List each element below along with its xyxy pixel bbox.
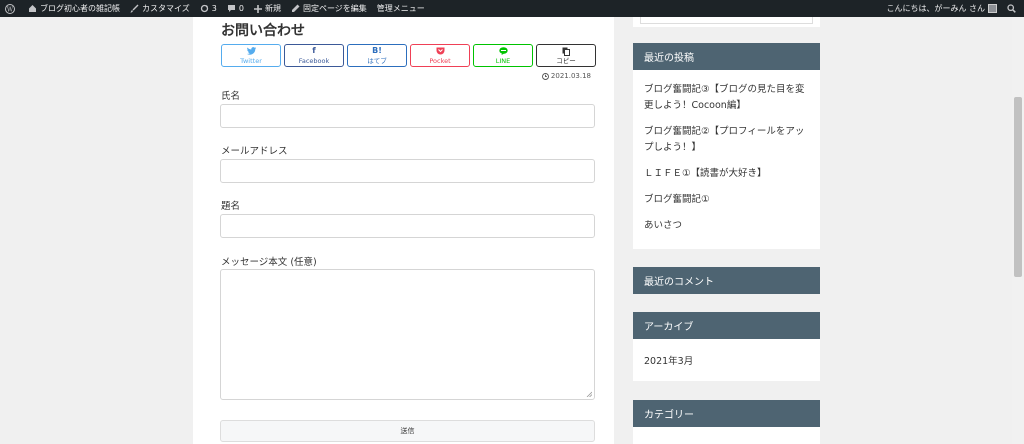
share-line-button[interactable]: LINE: [473, 44, 533, 67]
updates-count: 3: [211, 4, 217, 13]
twitter-icon: [246, 47, 256, 56]
site-name-button[interactable]: ブログ初心者の雑記帳: [23, 0, 125, 17]
post-date-text: 2021.03.18: [550, 72, 591, 80]
archives-title: アーカイブ: [633, 312, 820, 339]
search-widget: [633, 17, 820, 27]
share-pocket-label: Pocket: [429, 56, 451, 65]
user-account-button[interactable]: こんにちは、がーみん さん: [881, 0, 1002, 17]
admin-menu-button[interactable]: 管理メニュー: [372, 0, 430, 17]
recent-post-link[interactable]: ＬＩＦＥ①【読書が大好き】: [644, 166, 809, 182]
recent-posts-widget: ブログ奮闘記③【ブログの見た目を変更しよう！Cocoon編】 ブログ奮闘記②【プ…: [633, 70, 820, 249]
scrollbar-thumb[interactable]: [1014, 97, 1022, 277]
main-content: お問い合わせ Twitter f Facebook B! はてブ Pocket: [193, 17, 614, 444]
email-label: メールアドレス: [221, 146, 288, 157]
categories-widget: [633, 427, 820, 444]
sidebar-search-input[interactable]: [640, 17, 813, 24]
wordpress-icon: W: [5, 3, 15, 14]
admin-menu-label: 管理メニュー: [376, 4, 425, 13]
admin-search-button[interactable]: [1002, 0, 1024, 17]
share-line-label: LINE: [495, 56, 511, 65]
page-scrollbar[interactable]: [1012, 17, 1024, 444]
site-name: ブログ初心者の雑記帳: [40, 4, 120, 13]
copy-link-label: コピー: [556, 56, 576, 65]
share-twitter-button[interactable]: Twitter: [221, 44, 281, 67]
share-twitter-label: Twitter: [240, 56, 262, 65]
copy-link-button[interactable]: コピー: [536, 44, 596, 67]
recent-post-link[interactable]: あいさつ: [644, 218, 809, 234]
comment-icon: [227, 5, 235, 12]
recent-post-link[interactable]: ブログ奮闘記①: [644, 192, 809, 208]
customize-label: カスタマイズ: [142, 4, 190, 13]
share-hatena-button[interactable]: B! はてブ: [347, 44, 407, 67]
updates-button[interactable]: 3: [195, 0, 222, 17]
hatena-bookmark-icon: B!: [372, 46, 382, 56]
share-facebook-button[interactable]: f Facebook: [284, 44, 344, 67]
new-content-button[interactable]: 新規: [249, 0, 286, 17]
message-textarea[interactable]: [220, 269, 595, 400]
customize-button[interactable]: カスタマイズ: [125, 0, 195, 17]
wordpress-logo-button[interactable]: W: [0, 0, 23, 17]
share-buttons: Twitter f Facebook B! はてブ Pocket LINE コピ…: [221, 44, 596, 67]
share-hatena-label: はてブ: [367, 56, 387, 65]
comments-button[interactable]: 0: [222, 0, 249, 17]
facebook-icon: f: [312, 46, 316, 56]
pocket-icon: [436, 47, 445, 56]
archive-link[interactable]: 2021年3月: [644, 353, 693, 367]
copy-icon: [562, 47, 570, 56]
recent-post-link[interactable]: ブログ奮闘記③【ブログの見た目を変更しよう！Cocoon編】: [644, 82, 809, 114]
name-input[interactable]: [220, 104, 595, 128]
name-label: 氏名: [221, 91, 241, 102]
recent-comments-title: 最近のコメント: [633, 267, 820, 294]
page-title: お問い合わせ: [221, 23, 305, 39]
message-label: メッセージ本文 (任意): [221, 257, 317, 268]
comments-count: 0: [238, 4, 244, 13]
email-input[interactable]: [220, 159, 595, 183]
subject-input[interactable]: [220, 214, 595, 238]
pencil-icon: [291, 4, 300, 12]
brush-icon: [130, 4, 139, 13]
search-icon: [1007, 4, 1016, 13]
user-greeting: こんにちは、がーみん さん: [886, 4, 985, 13]
share-pocket-button[interactable]: Pocket: [410, 44, 470, 67]
resize-grip-icon[interactable]: [586, 391, 592, 397]
edit-page-label: 固定ページを編集: [302, 4, 367, 13]
edit-page-button[interactable]: 固定ページを編集: [286, 0, 372, 17]
recent-posts-list: ブログ奮闘記③【ブログの見た目を変更しよう！Cocoon編】 ブログ奮闘記②【プ…: [633, 70, 820, 234]
subject-label: 題名: [221, 201, 241, 212]
share-facebook-label: Facebook: [298, 56, 330, 65]
home-icon: [29, 5, 36, 12]
admin-bar: W ブログ初心者の雑記帳 カスタマイズ 3 0 新規 固定ページを編集 管理メニ…: [0, 0, 1024, 17]
recent-post-link[interactable]: ブログ奮闘記②【プロフィールをアップしよう！】: [644, 124, 809, 156]
categories-title: カテゴリー: [633, 400, 820, 427]
recent-posts-title: 最近の投稿: [633, 43, 820, 70]
new-label: 新規: [264, 4, 281, 13]
updates-icon: [200, 4, 208, 13]
avatar: [988, 4, 997, 13]
post-date: 2021.03.18: [541, 72, 591, 80]
svg-text:W: W: [7, 6, 14, 13]
clock-icon: [541, 72, 549, 80]
submit-button[interactable]: 送信: [220, 420, 595, 442]
plus-icon: [253, 4, 262, 13]
line-icon: [498, 47, 508, 56]
